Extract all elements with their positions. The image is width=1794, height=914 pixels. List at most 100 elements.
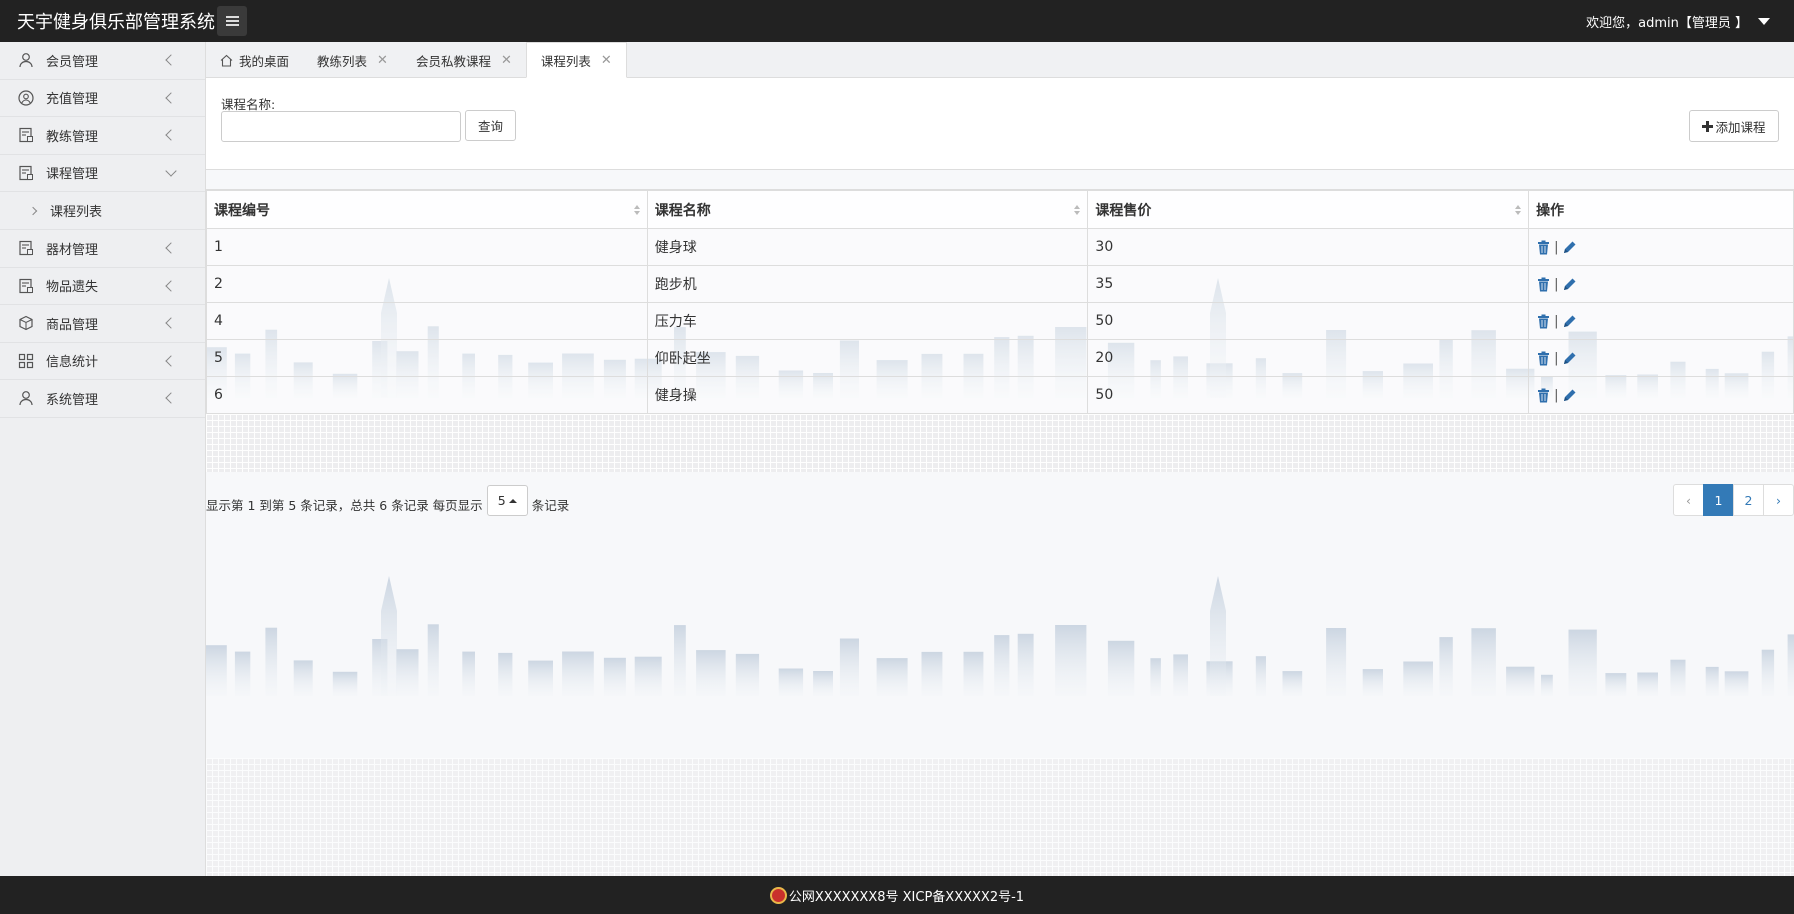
user-menu[interactable]: 欢迎您，admin【管理员 】 <box>1586 12 1794 31</box>
action-separator: | <box>1554 350 1559 366</box>
box-icon <box>18 315 34 331</box>
sidebar-item-2[interactable]: 教练管理 <box>0 117 205 155</box>
sidebar-item-5[interactable]: 物品遗失 <box>0 268 205 305</box>
sidebar-item-4[interactable]: 器材管理 <box>0 230 205 268</box>
plus-icon <box>1702 120 1714 132</box>
table-row: 6 健身操 50 | <box>206 376 1794 414</box>
table-header-row: 课程编号 课程名称 课程售价 操作 <box>206 190 1794 229</box>
column-header-price[interactable]: 课程售价 <box>1087 190 1530 229</box>
column-header-name[interactable]: 课程名称 <box>646 190 1089 229</box>
column-header-actions: 操作 <box>1528 190 1794 229</box>
sidebar-item-label: 商品管理 <box>46 317 99 333</box>
sidebar-subitem-label: 课程列表 <box>50 205 103 220</box>
edit-icon[interactable] <box>1562 314 1577 329</box>
user-circle-icon <box>18 90 34 106</box>
sidebar-item-label: 充值管理 <box>46 92 99 108</box>
chevron-left-icon <box>165 54 177 66</box>
close-icon[interactable]: ✕ <box>377 53 388 68</box>
cell-price: 30 <box>1087 228 1530 266</box>
chevron-left-icon <box>165 242 177 254</box>
pagination-info: 显示第 1 到第 5 条记录，总共 6 条记录 每页显示 5 条记录 <box>206 485 569 516</box>
course-table: 课程编号 课程名称 课程售价 操作 1 健身球 30 | 2 跑步机 35 | 4 压力车 50 | 5… <box>206 190 1794 414</box>
sidebar-item-8[interactable]: 系统管理 <box>0 380 205 418</box>
calendar-icon <box>18 127 34 143</box>
chevron-left-icon <box>165 392 177 404</box>
skyline-decoration <box>206 576 1794 696</box>
sidebar-item-label: 信息统计 <box>46 355 99 371</box>
edit-icon[interactable] <box>1562 388 1577 403</box>
app-title: 天宇健身俱乐部管理系统 <box>17 12 215 33</box>
calendar-icon <box>18 165 34 181</box>
edit-icon[interactable] <box>1562 277 1577 292</box>
trash-icon[interactable] <box>1536 388 1551 403</box>
calendar-icon <box>18 278 34 294</box>
course-name-input[interactable] <box>221 111 461 142</box>
grid-decoration <box>206 414 1794 472</box>
tab-label: 我的桌面 <box>239 53 290 69</box>
sidebar-item-1[interactable]: 充值管理 <box>0 80 205 117</box>
cell-id: 2 <box>206 265 648 303</box>
column-header-id[interactable]: 课程编号 <box>206 190 648 229</box>
cell-name: 健身操 <box>646 376 1089 414</box>
tab-1[interactable]: 教练列表 ✕ <box>303 43 402 77</box>
add-course-button[interactable]: 添加课程 <box>1689 110 1779 142</box>
trash-icon[interactable] <box>1536 351 1551 366</box>
close-icon[interactable]: ✕ <box>601 53 612 68</box>
trash-icon[interactable] <box>1536 277 1551 292</box>
page-button-1[interactable]: 1 <box>1703 484 1734 516</box>
sidebar-subitem-3-0[interactable]: 课程列表 <box>0 192 205 230</box>
sidebar-item-6[interactable]: 商品管理 <box>0 305 205 343</box>
action-separator: | <box>1554 387 1559 403</box>
cell-actions: | <box>1528 228 1794 266</box>
prev-page-button[interactable]: ‹ <box>1673 484 1704 516</box>
caret-up-icon <box>508 498 517 503</box>
sidebar-item-label: 课程管理 <box>46 167 99 183</box>
menu-toggle-button[interactable] <box>217 6 247 36</box>
tab-2[interactable]: 会员私教课程 ✕ <box>402 43 526 77</box>
query-button[interactable]: 查询 <box>465 110 516 141</box>
sidebar-item-3[interactable]: 课程管理 <box>0 155 205 192</box>
sidebar-item-7[interactable]: 信息统计 <box>0 343 205 380</box>
sidebar-item-label: 系统管理 <box>46 392 99 408</box>
page-size-dropdown[interactable]: 5 <box>486 485 528 516</box>
next-page-button[interactable]: › <box>1763 484 1794 516</box>
page-button-2[interactable]: 2 <box>1733 484 1764 516</box>
sidebar-item-label: 物品遗失 <box>46 280 99 296</box>
cell-price: 50 <box>1087 376 1530 414</box>
tab-0[interactable]: 我的桌面 <box>206 43 303 77</box>
page-size-value: 5 <box>497 493 506 508</box>
tab-label: 课程列表 <box>540 53 591 69</box>
chevron-left-icon <box>165 92 177 104</box>
cell-id: 6 <box>206 376 648 414</box>
chevron-left-icon <box>165 355 177 367</box>
cell-price: 35 <box>1087 265 1530 303</box>
grid-icon <box>18 353 34 369</box>
chevron-down-icon <box>165 165 177 177</box>
user-icon <box>18 390 34 406</box>
column-header-label: 课程编号 <box>214 202 270 219</box>
home-icon <box>220 54 233 67</box>
pagination-info-prefix: 显示第 1 到第 5 条记录，总共 6 条记录 每页显示 <box>206 497 483 513</box>
sort-icon <box>1074 204 1081 215</box>
hamburger-icon <box>225 16 239 26</box>
trash-icon[interactable] <box>1536 314 1551 329</box>
course-table-container: 课程编号 课程名称 课程售价 操作 1 健身球 30 | 2 跑步机 35 | 4 压力车 50 | 5… <box>206 189 1794 414</box>
edit-icon[interactable] <box>1562 240 1577 255</box>
chevron-left-icon <box>165 317 177 329</box>
cell-name: 健身球 <box>646 228 1089 266</box>
cell-id: 4 <box>206 302 648 340</box>
sidebar: 会员管理充值管理教练管理课程管理课程列表器材管理物品遗失商品管理信息统计系统管理 <box>0 42 206 876</box>
sidebar-item-0[interactable]: 会员管理 <box>0 42 205 80</box>
calendar-icon <box>18 240 34 256</box>
close-icon[interactable]: ✕ <box>501 53 512 68</box>
edit-icon[interactable] <box>1562 351 1577 366</box>
cell-actions: | <box>1528 339 1794 377</box>
tab-3[interactable]: 课程列表 ✕ <box>525 42 627 78</box>
grid-decoration <box>206 758 1794 876</box>
trash-icon[interactable] <box>1536 240 1551 255</box>
pagination-row: 显示第 1 到第 5 条记录，总共 6 条记录 每页显示 5 条记录 ‹ 1 2… <box>206 484 1794 516</box>
action-separator: | <box>1554 276 1559 292</box>
cell-id: 1 <box>206 228 648 266</box>
cell-actions: | <box>1528 265 1794 303</box>
tab-bar: 我的桌面 教练列表 ✕ 会员私教课程 ✕ 课程列表 ✕ <box>206 42 1794 78</box>
